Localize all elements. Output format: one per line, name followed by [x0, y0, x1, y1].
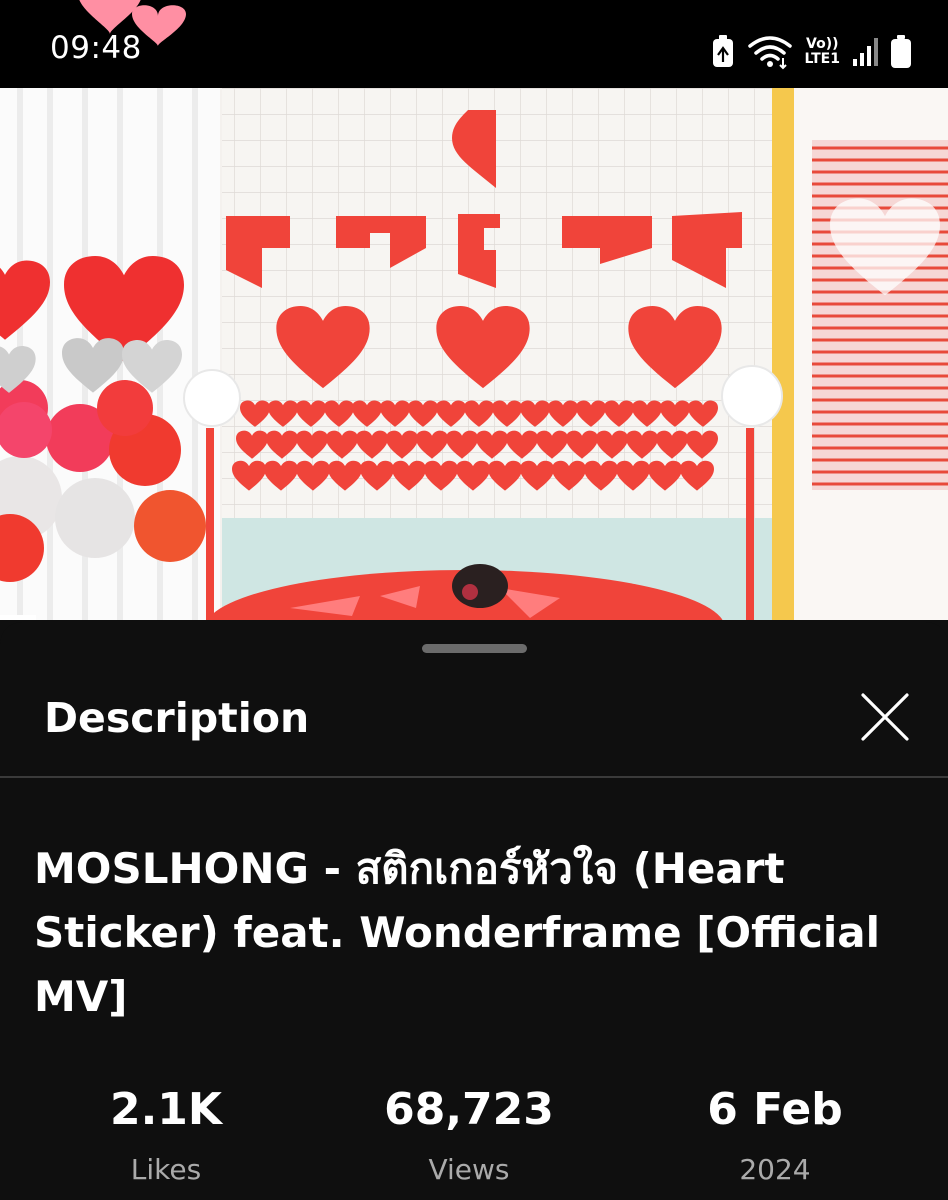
- video-frame-hearts: [0, 88, 948, 620]
- status-icons: Vo)) LTE1: [711, 32, 912, 72]
- close-button[interactable]: [858, 690, 912, 744]
- close-icon: [861, 693, 909, 741]
- status-time: 09:48: [50, 30, 142, 66]
- video-title: MOSLHONG - สติกเกอร์หัวใจ (Heart Sticker…: [34, 844, 881, 1021]
- description-header: Description: [0, 672, 948, 778]
- views-stat: 68,723 Views: [339, 1082, 599, 1186]
- upload-year: 2024: [739, 1153, 811, 1186]
- battery-icon: [891, 35, 911, 68]
- signal-icon: [853, 38, 878, 66]
- video-progress-bar[interactable]: [0, 615, 36, 620]
- status-bar: 09:48 Vo)) LTE1: [0, 0, 948, 88]
- upload-date-stat: 6 Feb 2024: [645, 1082, 905, 1186]
- likes-label: Likes: [130, 1153, 202, 1186]
- description-sheet: Description MOSLHONG - สติกเกอร์หัวใจ (H…: [0, 622, 948, 1200]
- description-title: Description: [44, 694, 310, 742]
- video-stats: 2.1K Likes 68,723 Views 6 Feb 2024: [0, 1082, 948, 1192]
- drag-handle[interactable]: [422, 644, 527, 653]
- volte-icon: Vo)) LTE1: [805, 37, 840, 67]
- likes-count: 2.1K: [109, 1084, 223, 1135]
- views-count: 68,723: [384, 1084, 554, 1135]
- volte-top-label: Vo)): [806, 36, 839, 52]
- views-label: Views: [428, 1153, 510, 1186]
- wifi-icon: [747, 36, 792, 70]
- likes-stat: 2.1K Likes: [36, 1082, 296, 1186]
- volte-bottom-label: LTE1: [804, 51, 840, 67]
- video-player[interactable]: [0, 88, 948, 620]
- upload-day-month: 6 Feb: [707, 1084, 843, 1135]
- battery-saver-icon: [712, 35, 733, 67]
